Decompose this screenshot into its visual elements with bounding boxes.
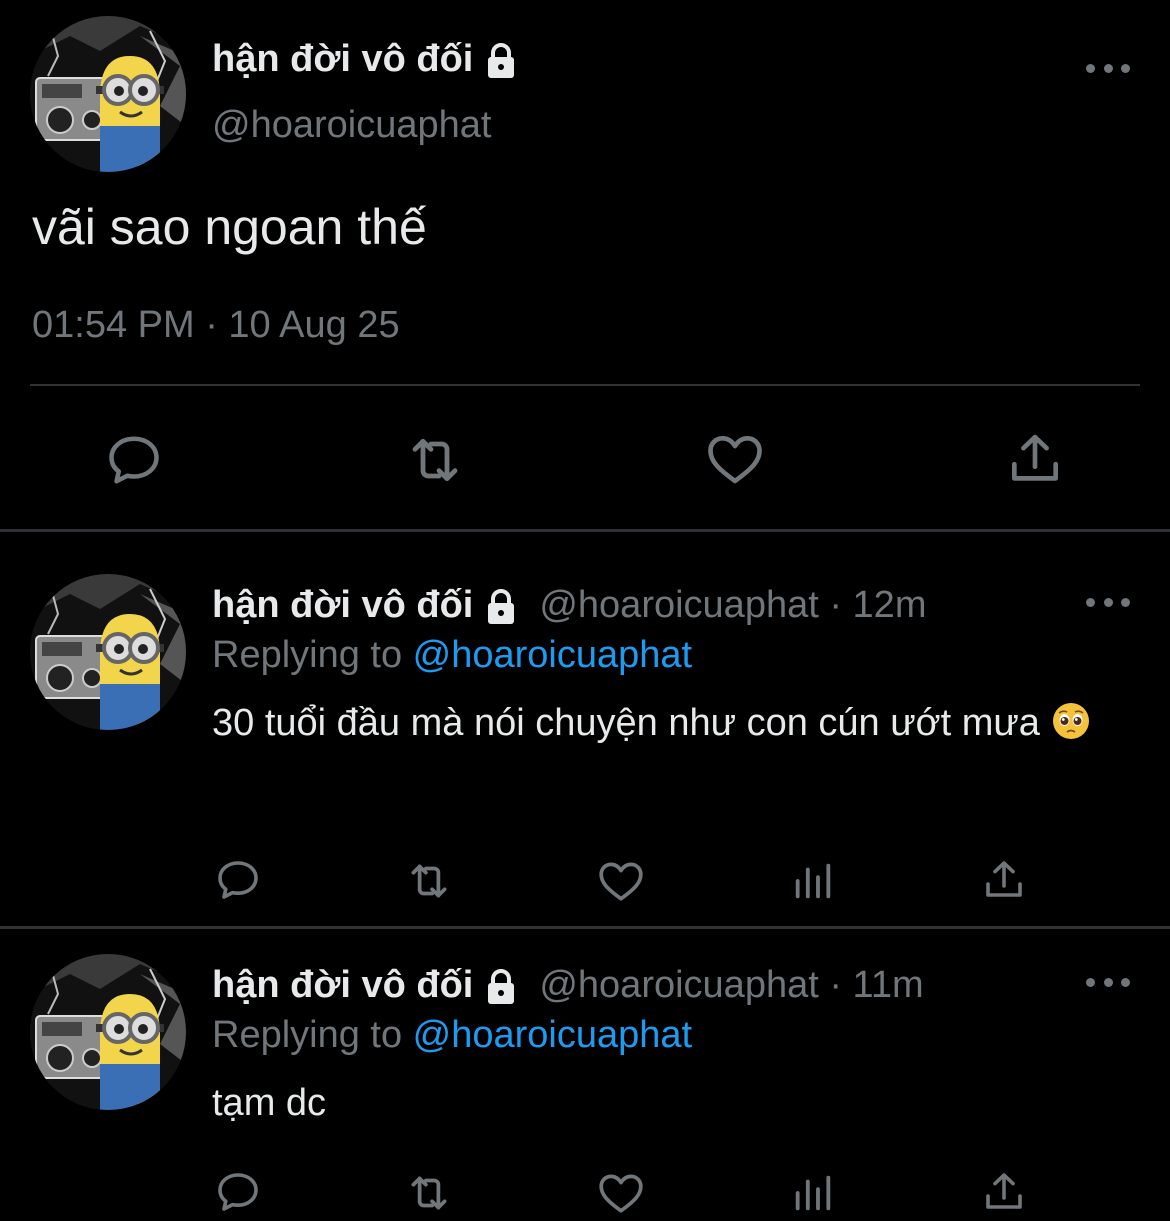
retweet-icon[interactable] bbox=[400, 1168, 458, 1218]
retweet-icon[interactable] bbox=[400, 856, 458, 906]
replying-to: Replying to @hoaroicuaphat bbox=[212, 1014, 692, 1057]
avatar[interactable] bbox=[30, 954, 186, 1110]
reply-icon[interactable] bbox=[104, 430, 164, 490]
display-name[interactable]: hận đời vô đối bbox=[212, 38, 521, 81]
tweet-timestamp[interactable]: 01:54 PM · 10 Aug 25 bbox=[32, 304, 400, 347]
more-icon[interactable] bbox=[1086, 58, 1130, 78]
pleading-face-emoji bbox=[1052, 703, 1089, 739]
like-icon[interactable] bbox=[596, 856, 646, 906]
tweet-text: vãi sao ngoan thế bbox=[32, 199, 427, 255]
avatar[interactable] bbox=[30, 574, 186, 730]
analytics-icon[interactable] bbox=[790, 1170, 836, 1216]
lock-icon bbox=[488, 968, 515, 1004]
like-icon[interactable] bbox=[704, 428, 766, 490]
reply-text-content: tạm dc bbox=[212, 1082, 327, 1124]
display-name-text: hận đời vô đối bbox=[212, 38, 474, 80]
reply-header: hận đời vô đối @hoaroicuaphat · 11m bbox=[212, 964, 924, 1007]
reply-text: tạm dc bbox=[212, 1070, 1112, 1136]
analytics-icon[interactable] bbox=[790, 858, 836, 904]
replying-prefix: Replying to bbox=[212, 1014, 413, 1056]
more-icon[interactable] bbox=[1086, 972, 1130, 992]
replying-to: Replying to @hoaroicuaphat bbox=[212, 634, 692, 677]
replying-prefix: Replying to bbox=[212, 634, 413, 676]
handle[interactable]: @hoaroicuaphat bbox=[212, 104, 491, 147]
like-icon[interactable] bbox=[596, 1168, 646, 1218]
handle-time[interactable]: @hoaroicuaphat · 11m bbox=[539, 964, 923, 1007]
tweet-thread-page: hận đời vô đối @hoaroicuaphat vãi sao ng… bbox=[0, 0, 1170, 1221]
handle-time[interactable]: @hoaroicuaphat · 12m bbox=[539, 584, 926, 627]
lock-icon bbox=[488, 588, 515, 624]
divider bbox=[0, 926, 1170, 929]
display-name[interactable]: hận đời vô đối bbox=[212, 584, 473, 627]
share-icon[interactable] bbox=[980, 1168, 1028, 1216]
mention-link[interactable]: @hoaroicuaphat bbox=[413, 1014, 692, 1056]
avatar[interactable] bbox=[30, 16, 186, 172]
share-icon[interactable] bbox=[1004, 428, 1066, 490]
retweet-icon[interactable] bbox=[400, 428, 470, 492]
reply-icon[interactable] bbox=[214, 1168, 262, 1216]
display-name[interactable]: hận đời vô đối bbox=[212, 964, 473, 1007]
more-icon[interactable] bbox=[1086, 592, 1130, 612]
share-icon[interactable] bbox=[980, 856, 1028, 904]
reply-text: 30 tuổi đầu mà nói chuyện như con cún ướ… bbox=[212, 690, 1112, 756]
reply-text-content: 30 tuổi đầu mà nói chuyện như con cún ướ… bbox=[212, 702, 1040, 744]
lock-icon bbox=[488, 42, 515, 78]
reply-header: hận đời vô đối @hoaroicuaphat · 12m bbox=[212, 584, 926, 627]
reply-icon[interactable] bbox=[214, 856, 262, 904]
divider bbox=[0, 529, 1170, 532]
mention-link[interactable]: @hoaroicuaphat bbox=[413, 634, 692, 676]
divider bbox=[30, 384, 1140, 386]
